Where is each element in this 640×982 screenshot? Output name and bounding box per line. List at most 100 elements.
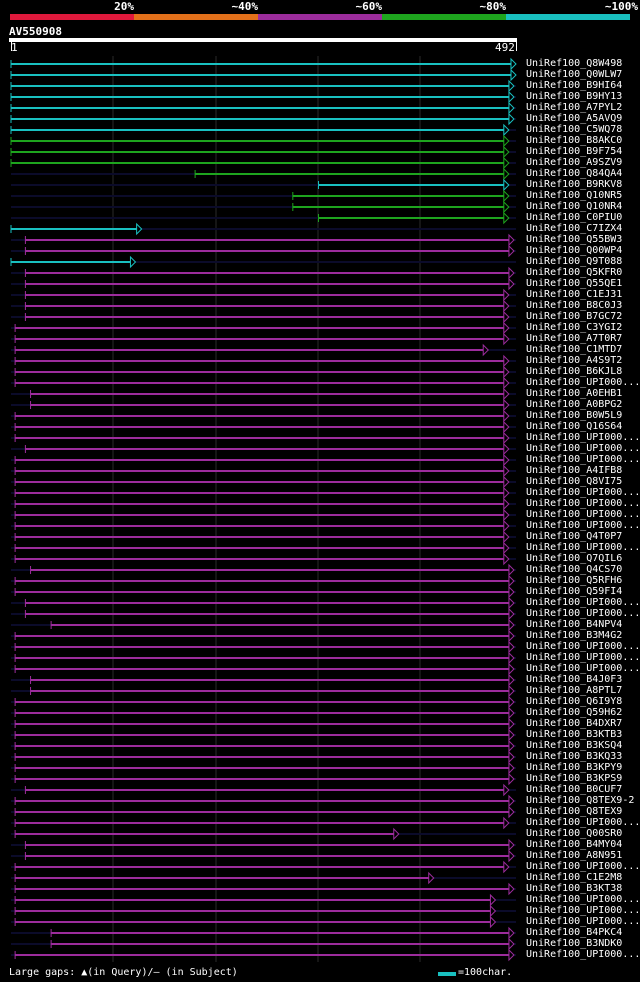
hit-end-arrow [508,882,515,896]
hit-label[interactable]: UniRef100_B9RKV8 [526,179,622,190]
hit-label[interactable]: UniRef100_B3KQ33 [526,751,622,762]
hit-label[interactable]: UniRef100_UPI000... [526,608,640,619]
hit-label[interactable]: UniRef100_UPI000... [526,641,640,652]
hit-label[interactable]: UniRef100_Q00SR0 [526,828,622,839]
hit-label[interactable]: UniRef100_UPI000... [526,652,640,663]
hit-end-arrow [503,420,510,434]
hit-label[interactable]: UniRef100_UPI000... [526,861,640,872]
gaps-legend: Large gaps: ▲(in Query)/— (in Subject) [9,967,238,978]
hit-label[interactable]: UniRef100_UPI000... [526,520,640,531]
hit-label[interactable]: UniRef100_Q8VI75 [526,476,622,487]
hit-label[interactable]: UniRef100_B9HI64 [526,80,622,91]
hit-label[interactable]: UniRef100_B7GC72 [526,311,622,322]
blast-hit-overview: 20% ~40% ~60% ~80% ~100% AV550908 1 492 UniR… [0,0,640,982]
hit-end-arrow [136,222,143,236]
hit-label[interactable]: UniRef100_UPI000... [526,817,640,828]
hit-label[interactable]: UniRef100_C3YGI2 [526,322,622,333]
hit-label[interactable]: UniRef100_A8PTL7 [526,685,622,696]
hit-end-arrow [503,134,510,148]
hit-label[interactable]: UniRef100_UPI000... [526,443,640,454]
hit-label[interactable]: UniRef100_UPI000... [526,949,640,960]
hit-label[interactable]: UniRef100_C5WQ78 [526,124,622,135]
hit-label[interactable]: UniRef100_UPI000... [526,905,640,916]
hit-end-arrow [503,860,510,874]
hit-end-arrow [503,387,510,401]
hit-label[interactable]: UniRef100_Q59H62 [526,707,622,718]
hit-label[interactable]: UniRef100_Q0WLW7 [526,69,622,80]
hit-label[interactable]: UniRef100_Q10NR5 [526,190,622,201]
hit-label[interactable]: UniRef100_UPI000... [526,509,640,520]
hit-label[interactable]: UniRef100_Q8TEX9-2 [526,795,634,806]
hit-label[interactable]: UniRef100_B0CUF7 [526,784,622,795]
hit-label[interactable]: UniRef100_B8AKC0 [526,135,622,146]
hit-label[interactable]: UniRef100_Q7QIL6 [526,553,622,564]
hit-label[interactable]: UniRef100_B3KSQ4 [526,740,622,751]
hit-end-arrow [508,772,515,786]
hit-label[interactable]: UniRef100_B3KTB3 [526,729,622,740]
hit-end-arrow [503,398,510,412]
hit-label[interactable]: UniRef100_B4MY04 [526,839,622,850]
hit-label[interactable]: UniRef100_Q4T0P7 [526,531,622,542]
hit-label[interactable]: UniRef100_A0EHB1 [526,388,622,399]
hit-label[interactable]: UniRef100_A4IFB8 [526,465,622,476]
hit-label[interactable]: UniRef100_C0PIU0 [526,212,622,223]
hit-end-arrow [482,343,489,357]
hit-label[interactable]: UniRef100_Q55QE1 [526,278,622,289]
hit-label[interactable]: UniRef100_B3NDK0 [526,938,622,949]
hit-label[interactable]: UniRef100_Q4CS70 [526,564,622,575]
hit-label[interactable]: UniRef100_Q59FI4 [526,586,622,597]
hit-label[interactable]: UniRef100_C1E2M8 [526,872,622,883]
hit-label[interactable]: UniRef100_UPI000... [526,487,640,498]
hit-label[interactable]: UniRef100_UPI000... [526,454,640,465]
hit-end-arrow [129,255,137,269]
hit-label[interactable]: UniRef100_UPI000... [526,432,640,443]
hit-label[interactable]: UniRef100_B9HY13 [526,91,622,102]
hit-label[interactable]: UniRef100_Q84QA4 [526,168,622,179]
hit-label[interactable]: UniRef100_UPI000... [526,377,640,388]
hit-label[interactable]: UniRef100_B4NPV4 [526,619,622,630]
hit-label[interactable]: UniRef100_UPI000... [526,663,640,674]
hit-label[interactable]: UniRef100_C7IZX4 [526,223,622,234]
hit-end-arrow [508,728,515,742]
hit-end-arrow [508,948,515,962]
hit-label[interactable]: UniRef100_Q8TEX9 [526,806,622,817]
hit-label[interactable]: UniRef100_Q00WP4 [526,245,622,256]
hit-label[interactable]: UniRef100_A8N951 [526,850,622,861]
hit-label[interactable]: UniRef100_B4J0F3 [526,674,622,685]
hit-label[interactable]: UniRef100_B9F754 [526,146,622,157]
hit-label[interactable]: UniRef100_Q9T088 [526,256,622,267]
hit-end-arrow [503,497,510,511]
hit-end-arrow [508,266,515,280]
hit-label[interactable]: UniRef100_UPI000... [526,894,640,905]
hit-label[interactable]: UniRef100_A7PYL2 [526,102,622,113]
hit-label[interactable]: UniRef100_Q6I9Y8 [526,696,622,707]
hit-label[interactable]: UniRef100_UPI000... [526,916,640,927]
hit-label[interactable]: UniRef100_UPI000... [526,498,640,509]
hit-label[interactable]: UniRef100_Q8W498 [526,58,622,69]
hit-label[interactable]: UniRef100_UPI000... [526,597,640,608]
hit-label[interactable]: UniRef100_UPI000... [526,542,640,553]
hit-label[interactable]: UniRef100_B3KPS9 [526,773,622,784]
hit-label[interactable]: UniRef100_B3M4G2 [526,630,622,641]
hit-label[interactable]: UniRef100_A9SZV9 [526,157,622,168]
hit-label[interactable]: UniRef100_B8C0J3 [526,300,622,311]
hit-label[interactable]: UniRef100_B4DXR7 [526,718,622,729]
hit-label[interactable]: UniRef100_C1EJ31 [526,289,622,300]
hit-label[interactable]: UniRef100_A7T0R7 [526,333,622,344]
hit-label[interactable]: UniRef100_Q16S64 [526,421,622,432]
hit-end-arrow [503,376,510,390]
hit-label[interactable]: UniRef100_Q10NR4 [526,201,622,212]
hit-label[interactable]: UniRef100_B4PKC4 [526,927,622,938]
hit-label[interactable]: UniRef100_C1MTD7 [526,344,622,355]
hit-label[interactable]: UniRef100_A0BPG2 [526,399,622,410]
hit-label[interactable]: UniRef100_Q55BW3 [526,234,622,245]
hit-label[interactable]: UniRef100_B3KPY9 [526,762,622,773]
hit-label[interactable]: UniRef100_Q5KFR0 [526,267,622,278]
hit-label[interactable]: UniRef100_B6KJL8 [526,366,622,377]
hit-end-arrow [508,277,515,291]
hit-label[interactable]: UniRef100_A5AVQ9 [526,113,622,124]
hit-label[interactable]: UniRef100_A4S9T2 [526,355,622,366]
hit-label[interactable]: UniRef100_Q5RFH6 [526,575,622,586]
hit-label[interactable]: UniRef100_B3KT38 [526,883,622,894]
hit-label[interactable]: UniRef100_B0W5L9 [526,410,622,421]
